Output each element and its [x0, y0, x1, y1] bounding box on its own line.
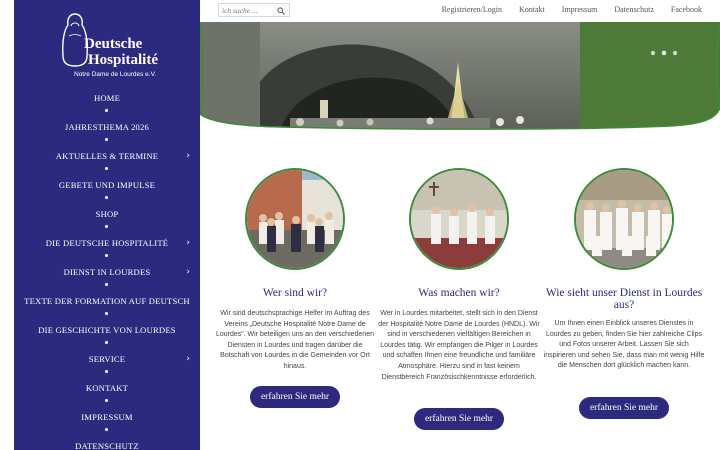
nav-item-label: DIENST IN LOURDES	[63, 267, 151, 277]
chevron-right-icon[interactable]: ›	[186, 267, 190, 277]
nav-item-gebete[interactable]: GEBETE UND IMPULSE	[14, 175, 200, 204]
grotto-hero-image	[200, 22, 720, 132]
logo-text-line3: Notre Dame de Lourdes e.V.	[74, 71, 157, 78]
nav-separator-dot	[105, 283, 108, 286]
nav-separator-dot	[105, 399, 108, 402]
nav-item-label: GEBETE UND IMPULSE	[58, 180, 156, 190]
column-text: Wir sind deutschsprachige Helfer im Auft…	[216, 310, 374, 370]
topnav-link-impressum[interactable]: Impressum	[562, 5, 598, 14]
site-logo[interactable]: Deutsche Hospitalité Notre Dame de Lourd…	[58, 10, 168, 82]
nav-item-label: HOME	[93, 93, 121, 103]
nav-item-label: JAHRESTHEMA 2026	[64, 122, 150, 132]
nav-separator-dot	[105, 225, 108, 228]
top-bar: Registrieren/Login Kontakt Impressum Dat…	[200, 0, 720, 22]
volunteers-photo	[574, 168, 674, 270]
nav-item-datenschutz[interactable]: DATENSCHUTZ	[14, 436, 200, 450]
nav-item-formation[interactable]: TEXTE DER FORMATION AUF DEUTSCH	[14, 291, 200, 320]
topnav-link-facebook[interactable]: Facebook	[671, 5, 702, 14]
nav-item-label: KONTAKT	[85, 383, 129, 393]
nav-separator-dot	[105, 428, 108, 431]
search-icon	[277, 7, 285, 15]
nav-item-label: IMPRESSUM	[81, 412, 133, 422]
nav-item-home[interactable]: HOME	[14, 88, 200, 117]
nav-item-jahresthema[interactable]: JAHRESTHEMA 2026	[14, 117, 200, 146]
nav-separator-dot	[105, 254, 108, 257]
nav-item-hospitalite[interactable]: DIE DEUTSCHE HOSPITALITÉ ›	[14, 233, 200, 262]
nav-item-shop[interactable]: SHOP	[14, 204, 200, 233]
nav-item-service[interactable]: SERVICE ›	[14, 349, 200, 378]
chevron-right-icon[interactable]: ›	[186, 151, 190, 161]
group-photo	[245, 168, 345, 270]
learn-more-button[interactable]: erfahren Sie mehr	[250, 386, 340, 408]
column-title: Was machen wir?	[418, 287, 500, 299]
sidebar: Deutsche Hospitalité Notre Dame de Lourd…	[14, 0, 200, 450]
column-text: Um Ihnen einen Einblick unseres Dienstes…	[543, 320, 705, 370]
nav-item-label: TEXTE DER FORMATION AUF DEUTSCH	[24, 296, 190, 306]
column-text: Wer in Lourdes mitarbeitet, stellt sich …	[378, 310, 540, 381]
nav-item-kontakt[interactable]: KONTAKT	[14, 378, 200, 407]
chevron-right-icon[interactable]: ›	[186, 354, 190, 364]
nav-separator-dot	[105, 167, 108, 170]
nav-item-label: SHOP	[95, 209, 119, 219]
topnav-link-kontakt[interactable]: Kontakt	[519, 5, 545, 14]
column-title: Wie sieht unser Dienst in Lourdes aus?	[545, 287, 703, 311]
nav-separator-dot	[105, 196, 108, 199]
nav-item-label: DIE DEUTSCHE HOSPITALITÉ	[45, 238, 169, 248]
search-button[interactable]	[272, 3, 290, 17]
hero-slider[interactable]	[200, 22, 720, 132]
topnav-link-login[interactable]: Registrieren/Login	[442, 5, 502, 14]
nav-separator-dot	[105, 138, 108, 141]
logo-text-line1: Deutsche	[84, 36, 143, 52]
nav-separator-dot	[105, 109, 108, 112]
chevron-right-icon[interactable]: ›	[186, 238, 190, 248]
nav-separator-dot	[105, 341, 108, 344]
slider-pagination[interactable]	[650, 50, 678, 56]
learn-more-button[interactable]: erfahren Sie mehr	[579, 397, 669, 419]
main-navigation: HOME JAHRESTHEMA 2026 AKTUELLES & TERMIN…	[14, 88, 200, 450]
nav-item-impressum[interactable]: IMPRESSUM	[14, 407, 200, 436]
nav-item-geschichte[interactable]: DIE GESCHICHTE VON LOURDES	[14, 320, 200, 349]
nav-separator-dot	[105, 370, 108, 373]
nav-item-label: DIE GESCHICHTE VON LOURDES	[38, 325, 176, 335]
topnav-link-datenschutz[interactable]: Datenschutz	[614, 5, 654, 14]
learn-more-button[interactable]: erfahren Sie mehr	[414, 408, 504, 430]
nav-item-label: AKTUELLES & TERMINE	[55, 151, 159, 161]
logo-text-line2: Hospitalité	[88, 52, 158, 68]
chapel-photo	[409, 168, 509, 270]
nav-item-label: SERVICE	[88, 354, 126, 364]
nav-item-aktuelles[interactable]: AKTUELLES & TERMINE ›	[14, 146, 200, 175]
nav-item-label: DATENSCHUTZ	[75, 441, 139, 450]
column-title: Wer sind wir?	[262, 287, 328, 299]
top-navigation: Registrieren/Login Kontakt Impressum Dat…	[425, 5, 702, 14]
nav-item-dienst[interactable]: DIENST IN LOURDES ›	[14, 262, 200, 291]
nav-separator-dot	[105, 312, 108, 315]
